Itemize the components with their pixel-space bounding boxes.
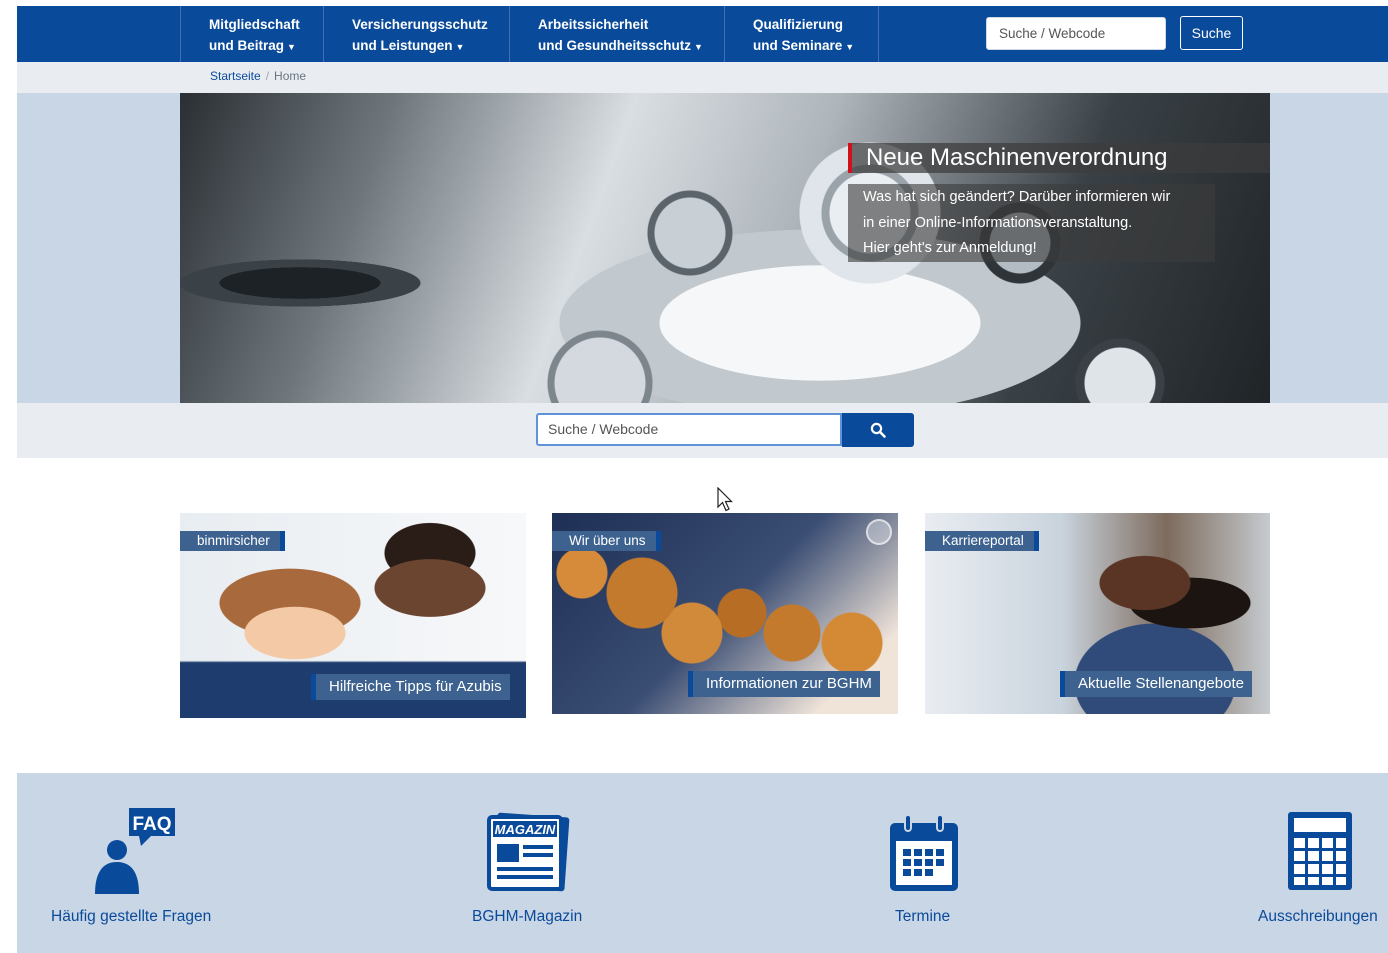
nav-item-label: und Seminare [753, 38, 843, 53]
quick-link-termine[interactable]: Termine [877, 773, 967, 953]
breadcrumb: Startseite / Home [17, 62, 1388, 93]
card-karriereportal[interactable]: Karriereportal Aktuelle Stellenangebote [925, 513, 1270, 714]
card-caption: Aktuelle Stellenangebote [1060, 671, 1252, 697]
settings-icon [866, 519, 892, 545]
search-icon [870, 422, 886, 438]
nav-search-input[interactable]: Suche / Webcode [986, 17, 1166, 50]
card-tag: Karriereportal [925, 531, 1039, 551]
hero-text-line: Was hat sich geändert? Darüber informier… [863, 189, 1171, 205]
nav-item-versicherungsschutz[interactable]: Versicherungsschutz und Leistungen ▼ [323, 6, 509, 62]
nav-item-label: Versicherungsschutz [352, 17, 488, 32]
nav-item-qualifizierung[interactable]: Qualifizierung und Seminare ▼ [724, 6, 879, 62]
magazine-badge: MAGAZIN [495, 822, 556, 837]
caret-down-icon: ▼ [455, 42, 465, 52]
quick-link-label: Ausschreibungen [1258, 908, 1378, 925]
nav-item-label: und Leistungen [352, 38, 453, 53]
faq-icon: FAQ [95, 808, 175, 894]
card-wir-ueber-uns[interactable]: Wir über uns Informationen zur BGHM [552, 513, 898, 714]
quick-link-label: Termine [895, 908, 951, 925]
faq-badge: FAQ [132, 814, 171, 835]
quick-link-label: Häufig gestellte Fragen [51, 908, 212, 925]
main-search-input[interactable]: Suche / Webcode [536, 413, 842, 446]
nav-search-button[interactable]: Suche [1180, 16, 1243, 50]
quick-link-magazin[interactable]: MAGAZIN BGHM-Magazin [457, 773, 597, 953]
breadcrumb-home-link[interactable]: Startseite [210, 69, 261, 83]
main-search-button[interactable] [842, 413, 914, 447]
magazine-icon: MAGAZIN [487, 812, 570, 892]
card-caption: Hilfreiche Tipps für Azubis [311, 674, 510, 700]
hero-title[interactable]: Neue Maschinenverordnung [848, 143, 1270, 173]
nav-item-mitgliedschaft[interactable]: Mitgliedschaft und Beitrag ▼ [180, 6, 323, 62]
breadcrumb-separator: / [265, 69, 270, 83]
breadcrumb-current: Home [274, 69, 307, 83]
quick-links: FAQ Häufig gestellte Fragen MAGAZIN BGHM… [17, 773, 1388, 953]
card-caption: Informationen zur BGHM [688, 671, 880, 697]
mouse-cursor-icon [717, 487, 733, 512]
nav-item-label: und Beitrag [209, 38, 285, 53]
hero-text[interactable]: Was hat sich geändert? Darüber informier… [848, 184, 1215, 262]
nav-item-label: Arbeitssicherheit [538, 17, 649, 32]
quick-link-ausschreibungen[interactable]: Ausschreibungen [1253, 773, 1388, 953]
quick-link-faq[interactable]: FAQ Häufig gestellte Fragen [17, 773, 247, 953]
caret-down-icon: ▼ [287, 42, 296, 52]
hero-text-line: in einer Online-Informationsveranstaltun… [863, 214, 1133, 231]
quick-link-label: BGHM-Magazin [472, 908, 583, 925]
card-tag: Wir über uns [552, 531, 661, 551]
nav-item-arbeitssicherheit[interactable]: Arbeitssicherheit und Gesundheitsschutz ▼ [509, 6, 724, 62]
caret-down-icon: ▼ [845, 42, 855, 52]
calendar-icon [890, 814, 958, 891]
nav-item-label: Mitgliedschaft [209, 17, 300, 32]
top-navigation: Mitgliedschaft und Beitrag ▼ Versicherung… [17, 6, 1388, 62]
card-tag: binmirsicher [180, 531, 285, 551]
card-azubis[interactable]: binmirsicher Hilfreiche Tipps für Azubis [180, 513, 526, 718]
hero-text-line: Hier geht's zur Anmeldung! [863, 240, 1037, 256]
nav-item-label: Qualifizierung [753, 17, 844, 32]
calculator-icon [1288, 812, 1352, 890]
nav-item-label: und Gesundheitsschutz [538, 38, 692, 53]
caret-down-icon: ▼ [694, 42, 703, 52]
